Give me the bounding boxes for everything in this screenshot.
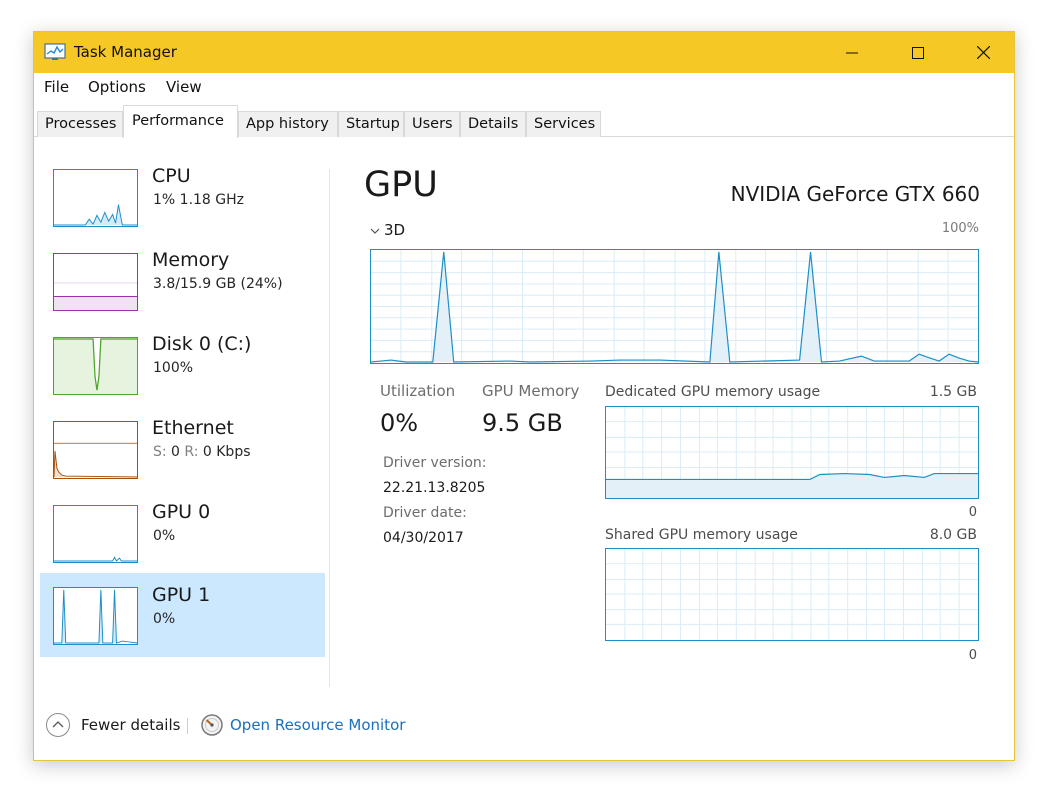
menu-view[interactable]: View bbox=[166, 78, 202, 96]
driver-date-value: 04/30/2017 bbox=[383, 530, 464, 546]
shared-memory-max: 8.0 GB bbox=[929, 527, 977, 543]
sidebar-item-name: GPU 1 bbox=[152, 584, 211, 606]
sidebar-item-ethernet[interactable]: Ethernet S: 0 R: 0 Kbps bbox=[40, 409, 325, 493]
open-resource-monitor-link[interactable]: Open Resource Monitor bbox=[230, 716, 405, 734]
close-button[interactable] bbox=[951, 32, 1015, 73]
shared-memory-min: 0 bbox=[968, 648, 977, 663]
menu-options[interactable]: Options bbox=[88, 78, 146, 96]
ethernet-thumbnail-graph bbox=[53, 421, 138, 479]
shared-memory-label: Shared GPU memory usage bbox=[605, 527, 798, 543]
maximize-button[interactable] bbox=[886, 32, 950, 73]
sidebar-item-gpu-0[interactable]: GPU 0 0% bbox=[40, 493, 325, 577]
sidebar-item-gpu-1[interactable]: GPU 1 0% bbox=[40, 573, 325, 657]
cpu-thumbnail-graph bbox=[53, 169, 138, 227]
menu-file[interactable]: File bbox=[44, 78, 69, 96]
memory-thumbnail-graph bbox=[53, 253, 138, 311]
sidebar-item-sub: 1% 1.18 GHz bbox=[153, 192, 245, 208]
minimize-button[interactable] bbox=[820, 32, 884, 73]
driver-version-label: Driver version: bbox=[383, 455, 487, 471]
sidebar-item-name: Disk 0 (C:) bbox=[152, 333, 252, 355]
task-manager-window: Task Manager File Options View Processes… bbox=[33, 31, 1015, 761]
sidebar-item-name: Ethernet bbox=[152, 417, 234, 439]
close-icon bbox=[976, 46, 990, 59]
dedicated-memory-graph bbox=[605, 406, 979, 499]
send-value: 0 bbox=[166, 444, 185, 460]
minimize-icon bbox=[846, 52, 858, 53]
gpu-3d-utilization-graph bbox=[370, 249, 979, 364]
dedicated-memory-label: Dedicated GPU memory usage bbox=[605, 384, 821, 400]
tab-startup[interactable]: Startup bbox=[338, 111, 404, 137]
gpu-memory-value: 9.5 GB bbox=[482, 409, 563, 437]
tab-users[interactable]: Users bbox=[404, 111, 460, 137]
footer: Fewer details Open Resource Monitor bbox=[34, 710, 1014, 746]
resource-monitor-icon[interactable] bbox=[200, 713, 224, 737]
gpu1-thumbnail-graph bbox=[53, 587, 138, 645]
tab-bar: Processes Performance App history Startu… bbox=[34, 101, 1014, 138]
tab-performance[interactable]: Performance bbox=[123, 105, 238, 138]
maximize-icon bbox=[912, 46, 924, 59]
task-manager-app-icon bbox=[44, 43, 66, 60]
driver-version-value: 22.21.13.8205 bbox=[383, 480, 486, 496]
shared-memory-graph bbox=[605, 548, 979, 641]
sidebar-item-name: Memory bbox=[152, 249, 230, 271]
engine-label: 3D bbox=[384, 221, 406, 239]
sidebar-item-sub: 0% bbox=[153, 611, 176, 627]
utilization-label: Utilization bbox=[380, 382, 456, 400]
sidebar-item-name: GPU 0 bbox=[152, 501, 211, 523]
chevron-down-icon bbox=[370, 228, 380, 234]
tab-services[interactable]: Services bbox=[526, 111, 601, 137]
engine-max-label: 100% bbox=[941, 221, 979, 236]
sidebar-item-sub: 3.8/15.9 GB (24%) bbox=[153, 276, 283, 292]
fewer-details-link[interactable]: Fewer details bbox=[81, 716, 180, 734]
window-title: Task Manager bbox=[74, 43, 177, 61]
sidebar-item-sub: 100% bbox=[153, 360, 194, 376]
sidebar-item-cpu[interactable]: CPU 1% 1.18 GHz bbox=[40, 157, 325, 241]
device-name: NVIDIA GeForce GTX 660 bbox=[730, 182, 980, 206]
receive-prefix: R: bbox=[184, 444, 199, 460]
tab-app-history[interactable]: App history bbox=[238, 111, 338, 137]
chevron-up-icon bbox=[52, 721, 64, 728]
sidebar-item-memory[interactable]: Memory 3.8/15.9 GB (24%) bbox=[40, 241, 325, 325]
sidebar-divider[interactable] bbox=[329, 169, 330, 687]
sidebar-item-sub: S: 0 R: 0 Kbps bbox=[153, 444, 251, 460]
title-bar[interactable]: Task Manager bbox=[34, 32, 1014, 73]
page-title: GPU bbox=[364, 165, 438, 205]
footer-separator bbox=[187, 718, 188, 734]
driver-date-label: Driver date: bbox=[383, 505, 467, 521]
receive-value: 0 Kbps bbox=[198, 444, 251, 460]
send-prefix: S: bbox=[153, 444, 167, 460]
dedicated-memory-min: 0 bbox=[968, 505, 977, 520]
gpu-memory-label: GPU Memory bbox=[482, 382, 580, 400]
sidebar-item-sub: 0% bbox=[153, 528, 176, 544]
menu-bar: File Options View bbox=[34, 73, 1014, 101]
sidebar-item-disk[interactable]: Disk 0 (C:) 100% bbox=[40, 325, 325, 409]
sidebar-item-name: CPU bbox=[152, 165, 191, 187]
utilization-value: 0% bbox=[380, 409, 419, 437]
disk-thumbnail-graph bbox=[53, 337, 138, 395]
fewer-details-button[interactable] bbox=[46, 713, 70, 737]
engine-selector[interactable]: 3D bbox=[370, 221, 405, 239]
dedicated-memory-max: 1.5 GB bbox=[929, 384, 977, 400]
gpu0-thumbnail-graph bbox=[53, 505, 138, 563]
tab-processes[interactable]: Processes bbox=[37, 111, 123, 137]
tab-details[interactable]: Details bbox=[460, 111, 526, 137]
